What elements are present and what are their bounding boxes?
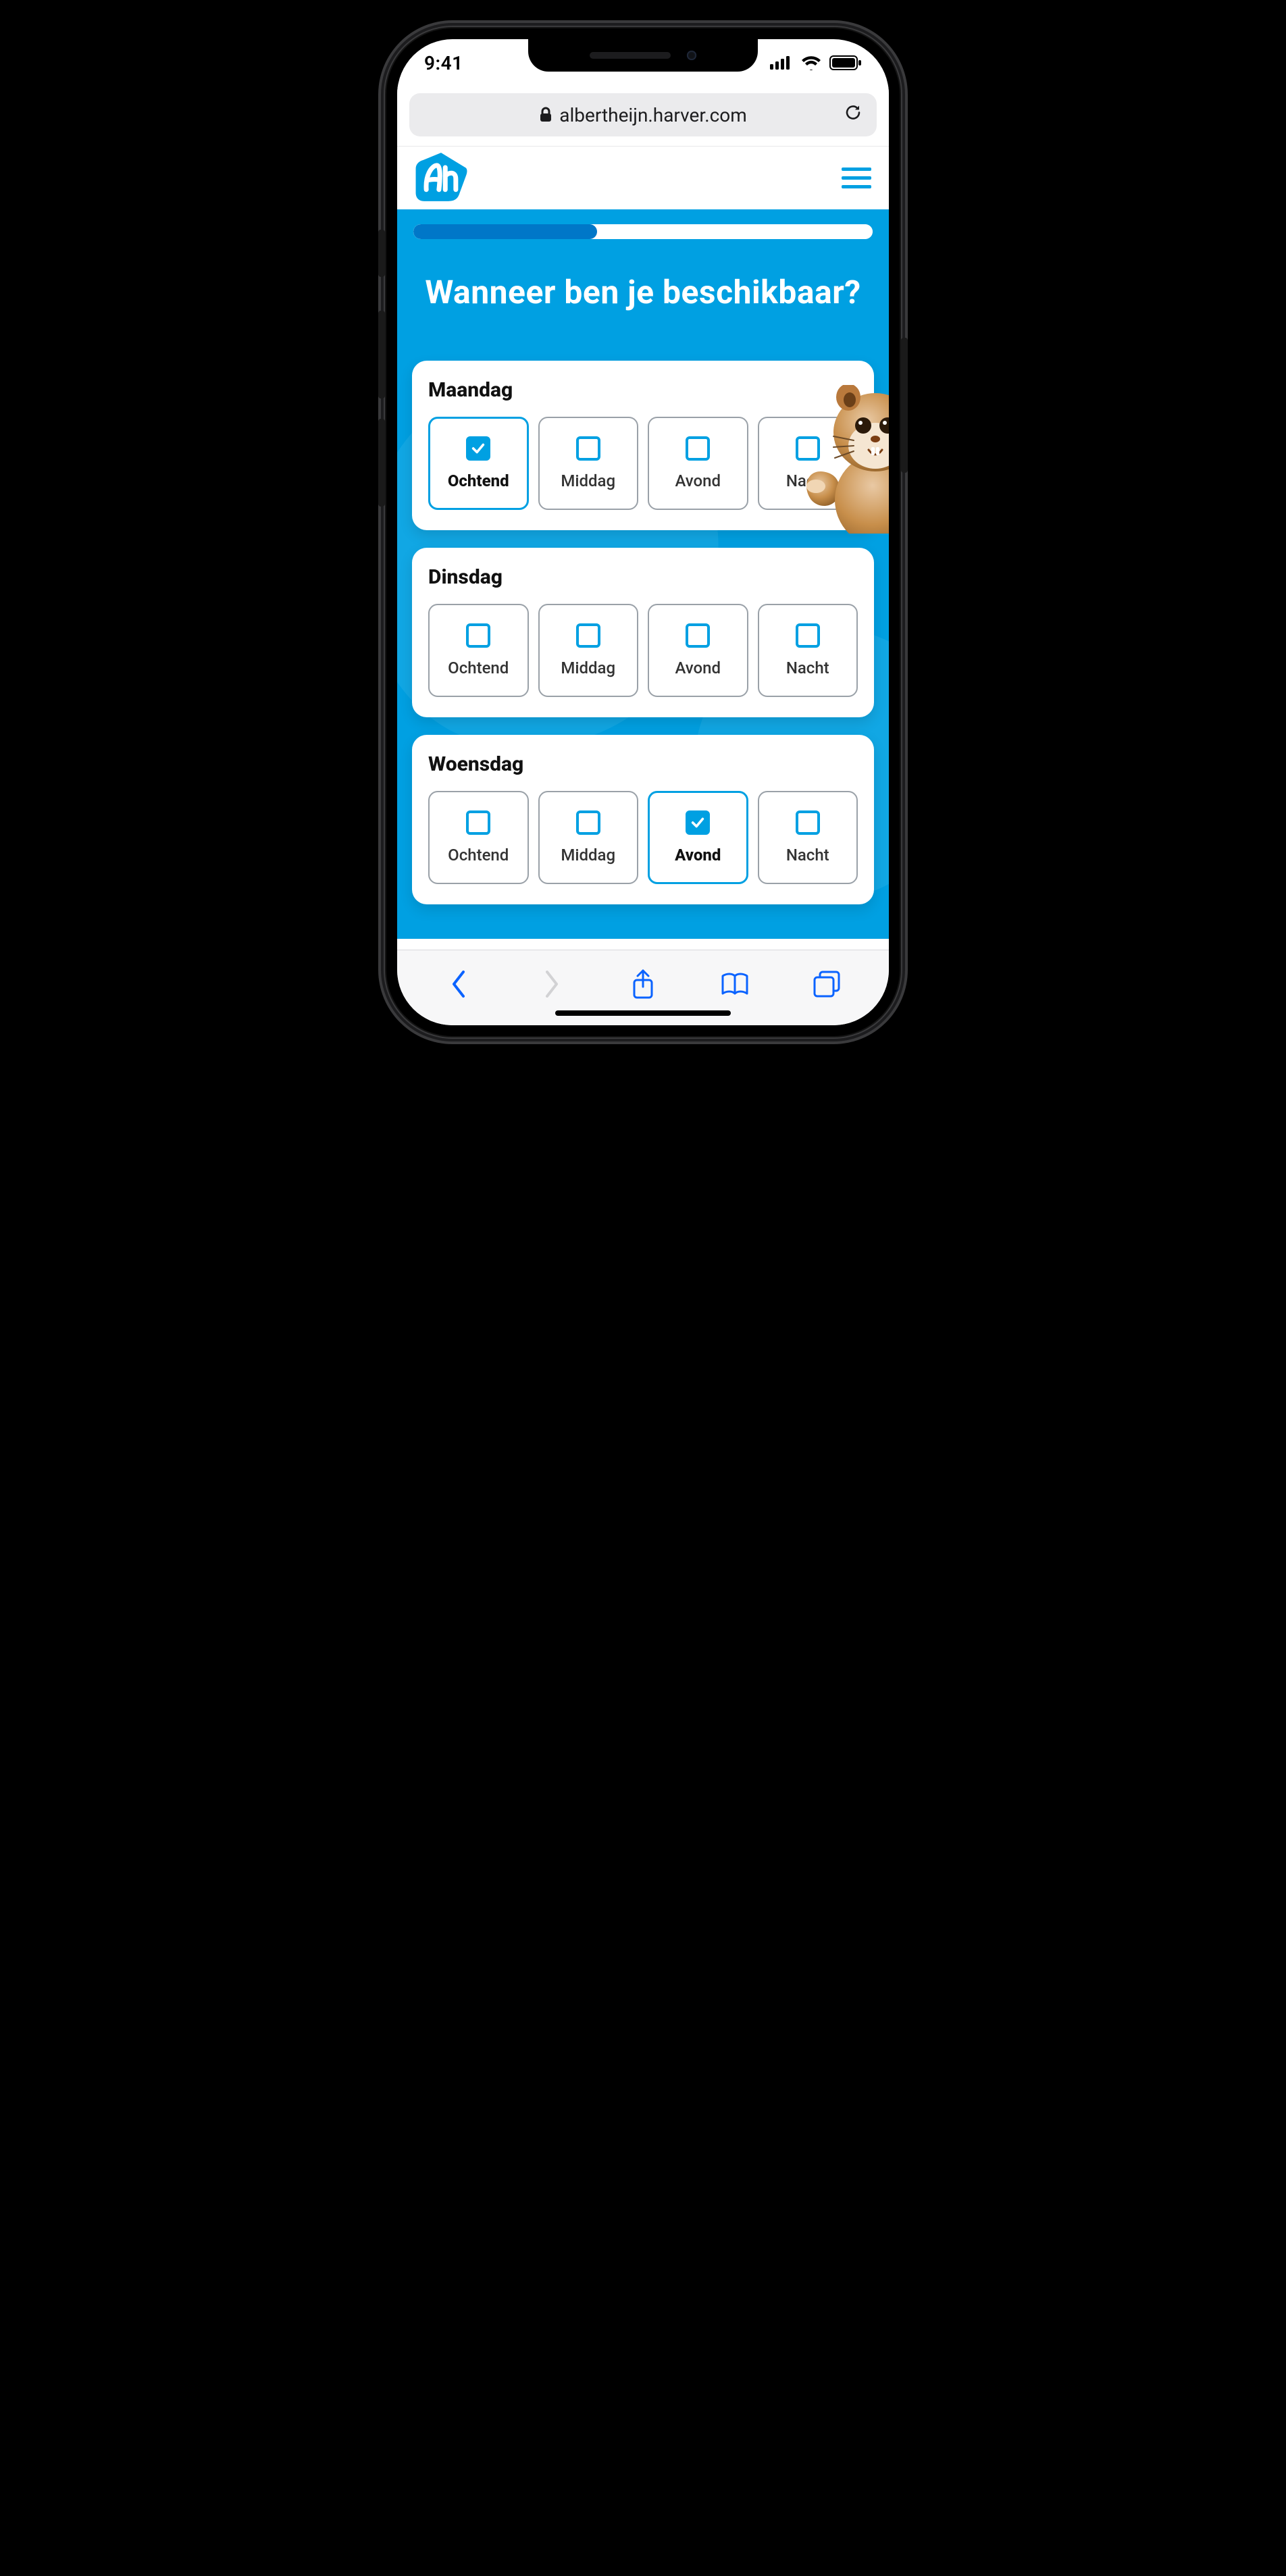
availability-slot[interactable]: Avond [648, 791, 748, 884]
checkbox-empty-icon [796, 810, 820, 835]
slot-label: Avond [675, 659, 721, 677]
slot-label: Middag [561, 846, 615, 865]
ah-logo-icon [415, 153, 467, 201]
slot-label: Avond [675, 471, 721, 490]
wifi-icon [801, 55, 821, 70]
chevron-left-icon [450, 969, 469, 999]
home-indicator [555, 1010, 731, 1016]
day-title: Woensdag [428, 752, 858, 776]
day-card: Woensdag Ochtend Middag Avond Nacht [412, 735, 874, 904]
chevron-right-icon [542, 969, 561, 999]
progress-fill [413, 224, 597, 239]
tabs-button[interactable] [806, 969, 847, 999]
tabs-icon [812, 969, 842, 999]
slot-row: Ochtend Middag Avond Nacht [428, 604, 858, 697]
hamburger-bar [842, 168, 871, 171]
checkbox-checked-icon [466, 436, 490, 461]
slot-label: Middag [561, 471, 615, 490]
nav-back-button[interactable] [439, 969, 480, 999]
content-area: Wanneer ben je beschikbaar? Maandag Ochte… [397, 209, 889, 939]
phone-power-button [901, 338, 908, 473]
availability-slot[interactable]: Middag [538, 604, 639, 697]
checkbox-empty-icon [576, 436, 600, 461]
day-card: Dinsdag Ochtend Middag Avond Nacht [412, 548, 874, 717]
hamburger-bar [842, 185, 871, 188]
bookmarks-button[interactable] [715, 971, 755, 998]
day-title: Dinsdag [428, 565, 858, 589]
phone-volume-down [378, 419, 385, 507]
phone-screen: 9:41 [397, 39, 889, 1025]
lock-icon [539, 107, 552, 123]
question-heading: Wanneer ben je beschikbaar? [412, 272, 874, 313]
battery-icon [829, 55, 862, 70]
slot-label: Ochtend [448, 471, 509, 490]
site-header [397, 146, 889, 209]
slot-row: Ochtend Middag Avond Nacht [428, 791, 858, 884]
slot-label: Avond [675, 846, 721, 865]
status-icons [770, 55, 862, 70]
phone-front-camera [687, 51, 696, 60]
phone-speaker [590, 52, 671, 59]
availability-slot[interactable]: Avond [648, 417, 748, 510]
phone-volume-up [378, 311, 385, 398]
checkbox-empty-icon [686, 436, 710, 461]
availability-slot[interactable]: Ochtend [428, 791, 529, 884]
checkbox-empty-icon [466, 810, 490, 835]
availability-slot[interactable]: Ochtend [428, 604, 529, 697]
reload-icon [843, 103, 863, 123]
slot-label: Ochtend [448, 659, 509, 677]
safari-url-text: albertheijn.harver.com [559, 104, 747, 126]
safari-url-pill[interactable]: albertheijn.harver.com [409, 93, 877, 136]
nav-forward-button[interactable] [531, 969, 571, 999]
availability-slot[interactable]: Nacht [758, 791, 858, 884]
phone-mute-switch [378, 230, 385, 277]
availability-slot[interactable]: Nacht [758, 604, 858, 697]
slot-row: OchtendMiddagAvondNacht [428, 417, 858, 510]
share-button[interactable] [623, 968, 663, 1000]
reload-button[interactable] [843, 103, 863, 128]
availability-slot[interactable]: Ochtend [428, 417, 529, 510]
availability-slot[interactable]: Middag [538, 791, 639, 884]
day-title: Maandag [428, 378, 858, 402]
slot-label: Ochtend [448, 846, 509, 865]
slot-label: Nacht [786, 846, 829, 865]
phone-frame: 9:41 [385, 27, 901, 1037]
share-icon [629, 968, 657, 1000]
availability-slot[interactable]: Middag [538, 417, 639, 510]
checkbox-empty-icon [796, 623, 820, 648]
checkbox-empty-icon [466, 623, 490, 648]
book-icon [719, 971, 751, 998]
safari-address-bar: albertheijn.harver.com [397, 86, 889, 146]
mascot-hamster [801, 385, 889, 534]
availability-slot[interactable]: Avond [648, 604, 748, 697]
status-time: 9:41 [424, 52, 463, 74]
hamburger-bar [842, 176, 871, 180]
checkbox-checked-icon [686, 810, 710, 835]
menu-button[interactable] [842, 168, 871, 188]
checkbox-empty-icon [576, 623, 600, 648]
cellular-icon [770, 56, 793, 70]
brand-logo[interactable] [415, 153, 467, 204]
slot-label: Nacht [786, 659, 829, 677]
slot-label: Middag [561, 659, 615, 677]
checkbox-empty-icon [686, 623, 710, 648]
progress-bar [412, 224, 874, 239]
checkbox-empty-icon [576, 810, 600, 835]
phone-notch [528, 39, 758, 72]
